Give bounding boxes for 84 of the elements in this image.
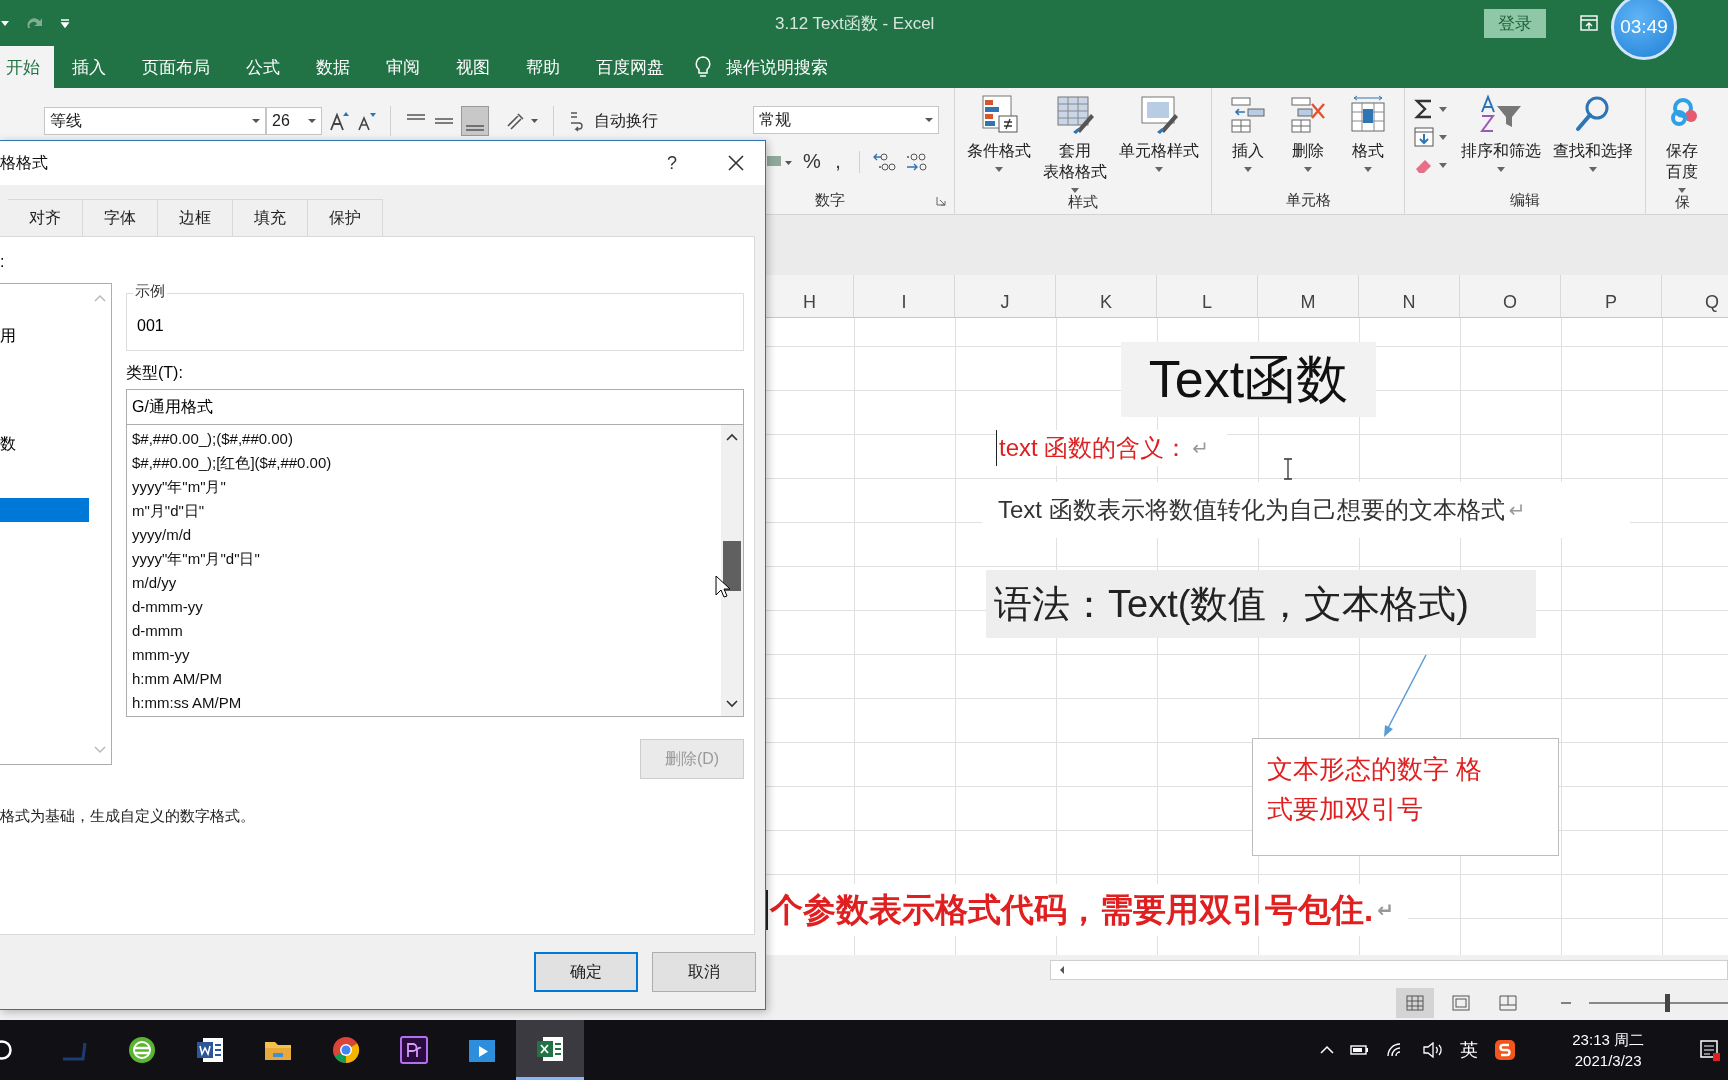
- timer-badge: 03:49: [1611, 0, 1677, 60]
- ribbon-button[interactable]: 单元格样式: [1115, 94, 1203, 172]
- font-size-field[interactable]: 26: [266, 107, 322, 135]
- title-text-box: Text函数: [1121, 342, 1376, 417]
- tell-me-search[interactable]: 操作说明搜索: [726, 55, 828, 79]
- ribbon-button[interactable]: 条件格式: [963, 94, 1035, 172]
- format-item[interactable]: $#,##0.00_);[红色]($#,##0.00): [132, 451, 721, 475]
- dialog-tab[interactable]: 字体: [83, 199, 158, 236]
- ribbon-tab[interactable]: 帮助: [508, 46, 578, 88]
- category-item[interactable]: 用: [0, 324, 89, 348]
- category-item[interactable]: 数: [0, 432, 89, 456]
- syntax-text-box: 语法：Text(数值，文本格式): [986, 570, 1536, 638]
- column-header[interactable]: J: [955, 275, 1056, 317]
- number-style-button[interactable]: ,: [829, 150, 847, 173]
- type-label: 类型(T):: [126, 363, 184, 383]
- format-item[interactable]: $#,##0.00_);($#,##0.00): [132, 427, 721, 451]
- format-item[interactable]: h:mm AM/PM: [132, 667, 721, 691]
- definition-text: Text 函数表示将数值转化为自己想要的文本格式: [998, 495, 1505, 525]
- ribbon-tab[interactable]: 审阅: [368, 46, 438, 88]
- wrap-text-button[interactable]: 自动换行: [594, 110, 658, 132]
- group-label: 保: [1674, 193, 1690, 212]
- dialog-tab[interactable]: 边框: [158, 199, 233, 236]
- number-format-field[interactable]: 常规: [753, 106, 939, 134]
- ribbon-button[interactable]: 格式: [1340, 94, 1396, 172]
- group-label: 数字: [815, 191, 845, 210]
- type-input-field[interactable]: G/通用格式: [126, 389, 744, 425]
- column-header[interactable]: O: [1460, 275, 1561, 317]
- group-label: 单元格: [1285, 191, 1331, 210]
- note-text: 个参数表示格式代码，需要用双引号包住.: [770, 889, 1374, 930]
- ok-button[interactable]: 确定: [534, 952, 638, 992]
- column-header[interactable]: L: [1157, 275, 1258, 317]
- font-name-field[interactable]: 等线: [44, 107, 266, 135]
- number-style-button[interactable]: %: [803, 150, 821, 173]
- column-header[interactable]: I: [854, 275, 955, 317]
- ribbon-tab[interactable]: 开始: [0, 46, 54, 88]
- paragraph-mark: ↵: [1377, 898, 1394, 922]
- format-item[interactable]: m"月"d"日": [132, 499, 721, 523]
- format-item[interactable]: d-mmm-yy: [132, 595, 721, 619]
- paragraph-mark: ↵: [1508, 498, 1526, 522]
- ribbon-tab[interactable]: 百度网盘: [578, 46, 682, 88]
- format-item[interactable]: yyyy"年"m"月": [132, 475, 721, 499]
- group-label: 编辑: [1510, 191, 1540, 210]
- input-method-indicator[interactable]: 英: [1460, 1038, 1479, 1062]
- ribbon-tab[interactable]: 公式: [228, 46, 298, 88]
- clock-time[interactable]: 23:13 周二: [1572, 1029, 1644, 1050]
- format-item[interactable]: mmm-yy: [132, 643, 721, 667]
- ribbon-tab[interactable]: 页面布局: [124, 46, 228, 88]
- sample-value: 001: [137, 317, 164, 335]
- heading-label: text 函数的含义：: [999, 433, 1189, 463]
- ribbon-button[interactable]: 排序和筛选: [1457, 94, 1545, 172]
- dialog-tab[interactable]: 对齐: [8, 199, 83, 236]
- format-list[interactable]: $#,##0.00_);($#,##0.00) $#,##0.00_);[红色]($#,##0.00) yyyy"年"m"月" m"月"d"日" yyyy/m/d yyyy"年"m"月"d"日" m/d/yy d-mmm-yy d-mmm mmm-yy h:mm AM/PM h:mm:ss AM/PM: [126, 425, 744, 717]
- ribbon-button[interactable]: 套用 表格格式: [1039, 94, 1111, 193]
- ribbon-tab[interactable]: 数据: [298, 46, 368, 88]
- cancel-button[interactable]: 取消: [652, 952, 756, 992]
- sample-label: 示例: [133, 282, 167, 301]
- ribbon-button[interactable]: 保存 百度: [1654, 94, 1710, 193]
- ribbon-button[interactable]: 删除: [1280, 94, 1336, 172]
- login-button[interactable]: 登录: [1484, 8, 1547, 38]
- category-list[interactable]: 用 数: [0, 283, 112, 765]
- column-header[interactable]: M: [1258, 275, 1359, 317]
- clock-date[interactable]: 2021/3/23: [1574, 1050, 1642, 1071]
- group-label: 样式: [1068, 193, 1098, 212]
- paragraph-mark: ↵: [1192, 436, 1210, 460]
- callout-box: 文本形态的数字 格式要加双引号: [1252, 738, 1559, 856]
- ribbon-tab[interactable]: 视图: [438, 46, 508, 88]
- column-header[interactable]: P: [1561, 275, 1662, 317]
- ribbon-button[interactable]: 插入: [1220, 94, 1276, 172]
- ribbon-button[interactable]: 查找和选择: [1549, 94, 1637, 172]
- dialog-tab[interactable]: 填充: [233, 199, 308, 236]
- category-label: :: [0, 253, 6, 272]
- column-header[interactable]: K: [1056, 275, 1157, 317]
- dialog-title: 格格式: [0, 152, 48, 173]
- format-item[interactable]: yyyy"年"m"月"d"日": [132, 547, 721, 571]
- format-item[interactable]: h:mm:ss AM/PM: [132, 691, 721, 715]
- description-text: 格式为基础，生成自定义的数字格式。: [0, 807, 256, 826]
- column-header[interactable]: Q: [1662, 275, 1728, 317]
- help-button[interactable]: ?: [667, 152, 677, 174]
- window-title: 3.12 Text函数 - Excel: [775, 12, 935, 35]
- dialog-tab[interactable]: 保护: [308, 199, 383, 236]
- format-item[interactable]: d-mmm: [132, 619, 721, 643]
- column-header[interactable]: N: [1359, 275, 1460, 317]
- format-item[interactable]: yyyy/m/d: [132, 523, 721, 547]
- ribbon-tab[interactable]: 插入: [54, 46, 124, 88]
